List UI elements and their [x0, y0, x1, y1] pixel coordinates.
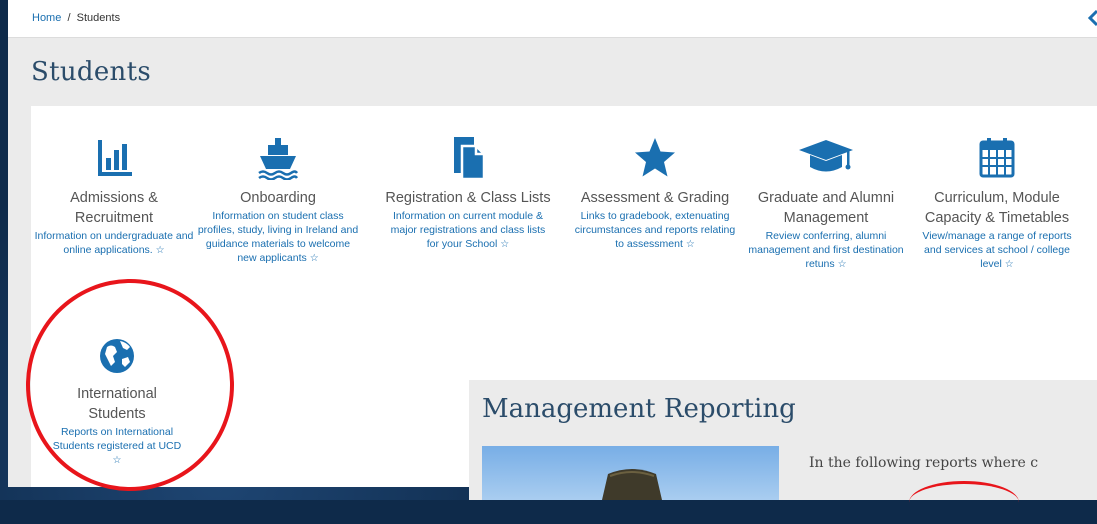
tile-description: Information on current module & major re…	[390, 210, 546, 250]
ship-icon	[258, 138, 299, 180]
annotation-circle-report	[909, 481, 1019, 524]
calendar-icon	[979, 138, 1015, 178]
tile-graduate[interactable]: Graduate and Alumni Management Review co…	[743, 136, 909, 272]
tile-title: Curriculum, Module Capacity & Timetables	[924, 190, 1070, 226]
favorite-star-icon[interactable]: ☆	[838, 259, 847, 270]
collapse-chevron-icon[interactable]	[1087, 9, 1097, 27]
breadcrumb-bar: Home / Students	[8, 0, 1097, 38]
tile-title: Assessment & Grading	[580, 190, 730, 206]
building-image	[482, 446, 779, 500]
management-reporting-panel: Management Reporting In the following re…	[469, 380, 1097, 500]
tile-title: Graduate and Alumni Management	[757, 190, 895, 226]
tile-admissions[interactable]: Admissions & Recruitment Information on …	[31, 136, 197, 258]
management-reporting-text: In the following reports where c	[809, 455, 1039, 471]
tile-assessment[interactable]: Assessment & Grading Links to gradebook,…	[572, 136, 738, 252]
tile-description: Information on student class profiles, s…	[197, 210, 359, 264]
document-icon	[454, 137, 486, 180]
breadcrumb-current: Students	[76, 12, 121, 24]
bar-chart-icon	[98, 140, 132, 176]
management-reporting-title: Management Reporting	[482, 394, 796, 424]
annotation-circle-international	[26, 279, 234, 491]
graduation-cap-icon	[799, 140, 853, 172]
favorite-star-icon[interactable]: ☆	[500, 239, 509, 250]
tile-title: Admissions & Recruitment	[70, 190, 158, 226]
breadcrumb-separator: /	[67, 12, 71, 24]
tile-onboarding[interactable]: Onboarding Information on student class …	[195, 136, 361, 266]
star-icon	[635, 138, 675, 177]
tile-description: Information on undergraduate and online …	[34, 230, 194, 256]
favorite-star-icon[interactable]: ☆	[156, 245, 165, 256]
tile-description: View/manage a range of reports and servi…	[922, 230, 1072, 270]
favorite-star-icon[interactable]: ☆	[310, 253, 319, 264]
tile-description: Links to gradebook, extenuating circumst…	[574, 210, 736, 250]
page-title: Students	[31, 57, 151, 87]
favorite-star-icon[interactable]: ☆	[686, 239, 695, 250]
tile-title: Registration & Class Lists	[385, 190, 551, 206]
tile-registration[interactable]: Registration & Class Lists Information o…	[385, 136, 551, 252]
tile-description: Review conferring, alumni management and…	[748, 230, 904, 270]
breadcrumb: Home / Students	[32, 12, 120, 24]
tile-title: Onboarding	[240, 190, 316, 206]
tile-curriculum[interactable]: Curriculum, Module Capacity & Timetables…	[914, 136, 1080, 272]
breadcrumb-home-link[interactable]: Home	[32, 12, 61, 24]
favorite-star-icon[interactable]: ☆	[1005, 259, 1014, 270]
